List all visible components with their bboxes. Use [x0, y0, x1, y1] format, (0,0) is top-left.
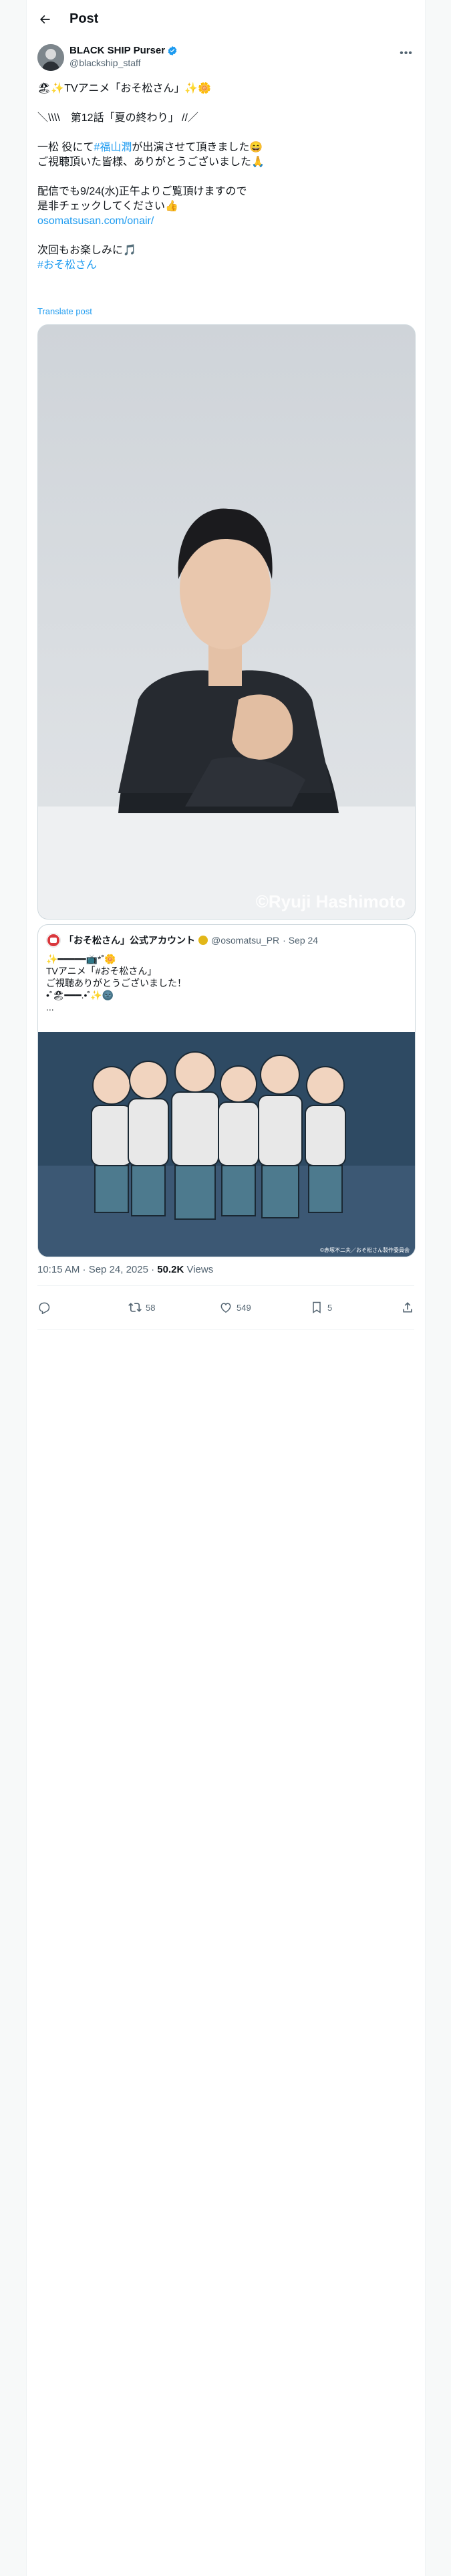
heart-icon	[220, 1303, 231, 1313]
post-line: 配信でも9/24(水)正午よりご覧頂けますので	[37, 186, 247, 197]
quoted-avatar	[46, 933, 61, 948]
cast-suffix: が出演させて頂きました😄	[132, 142, 263, 153]
post-line-cast: 一松 役にて#福山潤が出演させて頂きました😄	[37, 140, 414, 155]
repost-button[interactable]: 58	[128, 1301, 188, 1314]
photo-watermark: ©Ryuji Hashimoto	[255, 891, 406, 911]
views-label: Views	[184, 1264, 214, 1275]
divider	[37, 1285, 414, 1286]
quoted-post[interactable]: 「おそ松さん」公式アカウント @osomatsu_PR · Sep 24 ✨━━…	[37, 924, 416, 1257]
top-bar: Post	[27, 0, 425, 38]
page-title: Post	[69, 11, 99, 26]
repost-count: 58	[146, 1302, 156, 1313]
post-line: ご視聴頂いた皆様、ありがとうございました🙏	[37, 156, 265, 168]
post-meta: 10:15 AM · Sep 24, 2025 · 50.2K Views	[37, 1264, 213, 1275]
share-button[interactable]	[401, 1301, 414, 1314]
bookmark-button[interactable]: 5	[310, 1301, 370, 1314]
divider	[37, 1329, 414, 1330]
post-author: BLACK SHIP Purser @blackship_staff •••	[37, 44, 414, 74]
repost-icon	[128, 1303, 142, 1312]
profile-photo-icon	[37, 44, 64, 71]
post-line: 🏖✨TVアニメ「おそ松さん」✨🌼	[37, 83, 212, 94]
post-time[interactable]: 10:15 AM · Sep 24, 2025 ·	[37, 1264, 157, 1275]
anime-characters-image	[38, 1032, 415, 1257]
avatar[interactable]	[37, 44, 64, 71]
verified-gold-badge-icon	[198, 936, 208, 945]
anime-logo-icon	[47, 934, 59, 946]
display-name[interactable]: BLACK SHIP Purser	[69, 45, 178, 56]
share-icon	[403, 1302, 412, 1313]
author-names: BLACK SHIP Purser @blackship_staff	[69, 45, 178, 68]
post-line: 次回もお楽しみに🎵	[37, 245, 136, 256]
post-photo[interactable]: ©Ryuji Hashimoto	[37, 324, 416, 920]
reply-icon	[39, 1302, 50, 1314]
quoted-name: 「おそ松さん」公式アカウント	[64, 935, 195, 946]
portrait-image	[38, 325, 415, 919]
like-count: 549	[237, 1302, 251, 1313]
post-text: 🏖✨TVアニメ「おそ松さん」✨🌼 ＼\\\\ 第12話「夏の終わり」 //／ 一…	[37, 82, 414, 273]
hashtag-link[interactable]: #福山潤	[94, 142, 132, 153]
url-link[interactable]: osomatsusan.com/onair/	[37, 214, 414, 229]
hashtag-link[interactable]: #おそ松さん	[37, 258, 414, 273]
arrow-left-icon	[40, 15, 50, 23]
action-bar: 58 549 5	[37, 1294, 414, 1321]
reply-button[interactable]	[37, 1301, 98, 1314]
translate-post-link[interactable]: Translate post	[37, 306, 92, 316]
image-copyright: ©赤塚不二夫／おそ松さん製作委員会	[320, 1247, 410, 1253]
more-options-icon[interactable]: •••	[398, 47, 414, 60]
verified-badge-icon	[167, 45, 178, 56]
bookmark-count: 5	[327, 1302, 333, 1313]
quoted-date: · Sep 24	[283, 935, 319, 946]
quoted-text: ✨━━━━━📺*˚🌼 TVアニメ「#おそ松さん」 ご視聴ありがとうございました！…	[46, 954, 186, 1012]
back-button[interactable]	[33, 8, 56, 31]
quoted-image: ©赤塚不二夫／おそ松さん製作委員会	[38, 1032, 415, 1257]
cast-prefix: 一松 役にて	[37, 142, 94, 153]
quoted-handle: @osomatsu_PR	[211, 935, 280, 946]
bookmark-icon	[313, 1301, 321, 1313]
main-column: Post BLACK SHIP Purser @blackship_staff …	[26, 0, 426, 2576]
display-name-text[interactable]: BLACK SHIP Purser	[69, 45, 165, 56]
post-line: ＼\\\\ 第12話「夏の終わり」 //／	[37, 112, 198, 124]
author-handle[interactable]: @blackship_staff	[69, 58, 178, 68]
quoted-header: 「おそ松さん」公式アカウント @osomatsu_PR · Sep 24	[46, 933, 318, 948]
post-line: 是非チェックしてください👍	[37, 201, 178, 212]
view-count: 50.2K	[157, 1264, 184, 1275]
like-button[interactable]: 549	[219, 1301, 279, 1314]
